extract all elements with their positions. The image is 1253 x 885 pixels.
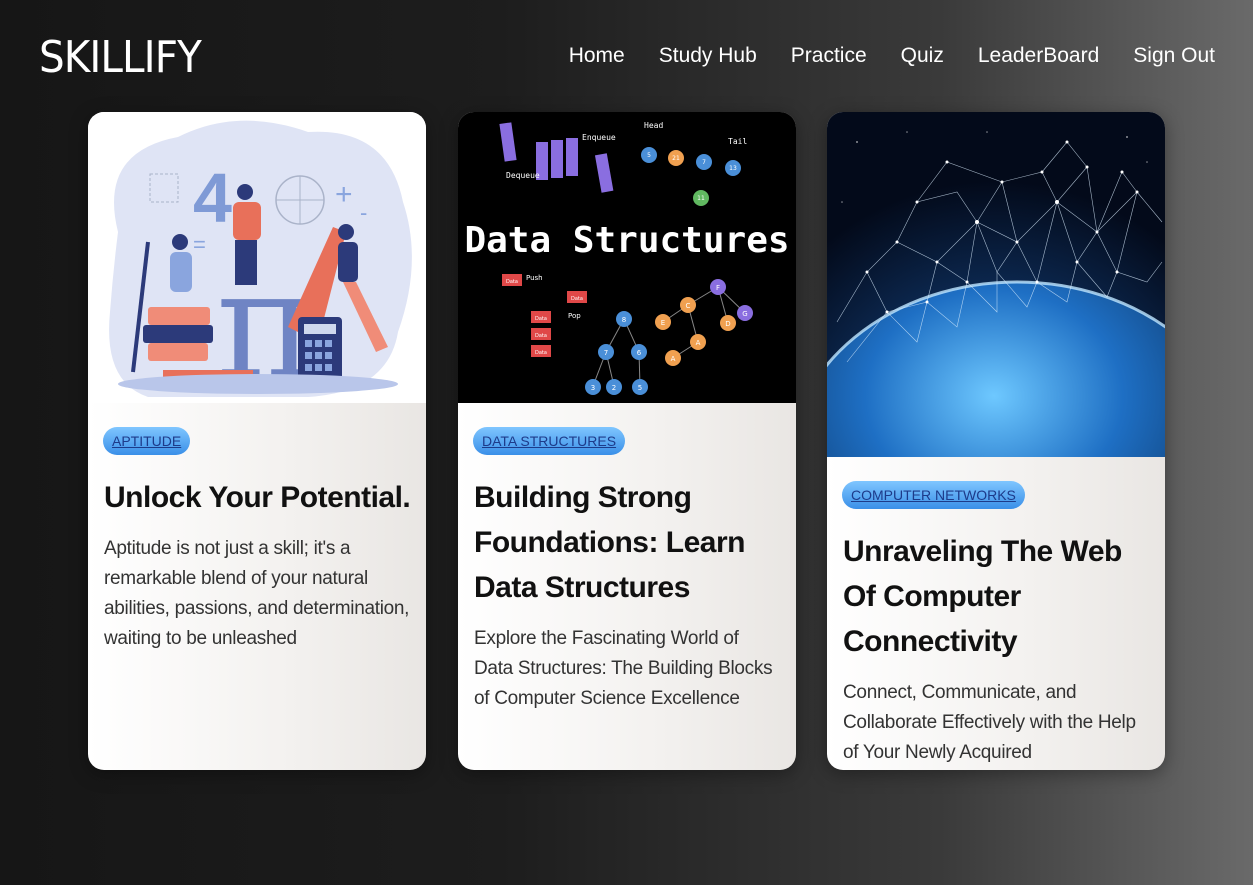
aptitude-card[interactable]: 4 + - = π APTITUDE Unlock Your Potential… [88,112,426,770]
svg-text:D: D [725,320,730,328]
site-logo[interactable]: SKILLIFY [39,32,202,83]
push-label: Push [526,274,543,282]
nav-quiz[interactable]: Quiz [901,44,944,68]
svg-text:4: 4 [193,159,232,237]
svg-text:7: 7 [702,159,706,166]
card-category-badge[interactable]: COMPUTER NETWORKS [842,481,1025,509]
nav-study-hub[interactable]: Study Hub [659,44,757,68]
enqueue-label: Enqueue [582,133,616,142]
svg-text:Data: Data [535,316,547,322]
svg-text:21: 21 [672,155,680,162]
svg-text:3: 3 [591,384,595,392]
svg-text:A: A [671,355,676,363]
data-structures-card[interactable]: Dequeue Enqueue Head Tail 5 21 7 13 11 D… [458,112,796,770]
card-category-badge[interactable]: APTITUDE [103,427,191,455]
pop-label: Pop [568,312,581,320]
computer-networks-card[interactable]: COMPUTER NETWORKS Unraveling The Web Of … [827,112,1165,770]
card-title: Building Strong Foundations: Learn Data … [474,481,746,604]
svg-text:+: + [335,178,353,211]
card-title: Unlock Your Potential. [104,481,411,514]
nav-practice[interactable]: Practice [791,44,867,68]
globe-network-illustration [827,112,1165,457]
svg-text:Data: Data [535,350,547,356]
svg-text:2: 2 [612,384,616,392]
svg-text:5: 5 [647,152,651,159]
svg-text:8: 8 [622,316,626,324]
svg-text:=: = [193,232,206,257]
nav-leaderboard[interactable]: LeaderBoard [978,44,1099,68]
svg-text:Data: Data [535,333,547,339]
nav-home[interactable]: Home [569,44,625,68]
card-description: Explore the Fascinating World of Data St… [474,628,773,709]
svg-text:11: 11 [697,195,705,202]
card-category-badge[interactable]: DATA STRUCTURES [473,427,626,455]
card-description: Connect, Communicate, and Collaborate Ef… [843,682,1136,763]
head-label: Head [644,121,663,130]
aptitude-illustration: 4 + - = π [88,112,426,403]
data-structures-illustration: Dequeue Enqueue Head Tail 5 21 7 13 11 D… [458,112,796,403]
svg-text:A: A [696,339,701,347]
svg-text:E: E [661,319,665,327]
svg-text:7: 7 [604,349,608,357]
card-description: Aptitude is not just a skill; it's a rem… [104,538,410,649]
dequeue-label: Dequeue [506,171,540,180]
svg-text:Data: Data [571,296,583,302]
svg-text:6: 6 [637,349,642,357]
nav-sign-out[interactable]: Sign Out [1133,44,1215,68]
card-title: Unraveling The Web Of Computer Connectiv… [843,535,1122,658]
svg-text:-: - [360,200,367,225]
svg-text:C: C [686,302,691,310]
svg-text:13: 13 [729,165,737,172]
svg-text:5: 5 [638,384,642,392]
svg-text:Data: Data [506,279,518,285]
tail-label: Tail [728,137,747,146]
image-heading: Data Structures [464,220,789,261]
main-nav: Home Study Hub Practice Quiz LeaderBoard… [569,44,1215,68]
svg-text:G: G [742,310,747,318]
svg-text:F: F [716,284,720,292]
